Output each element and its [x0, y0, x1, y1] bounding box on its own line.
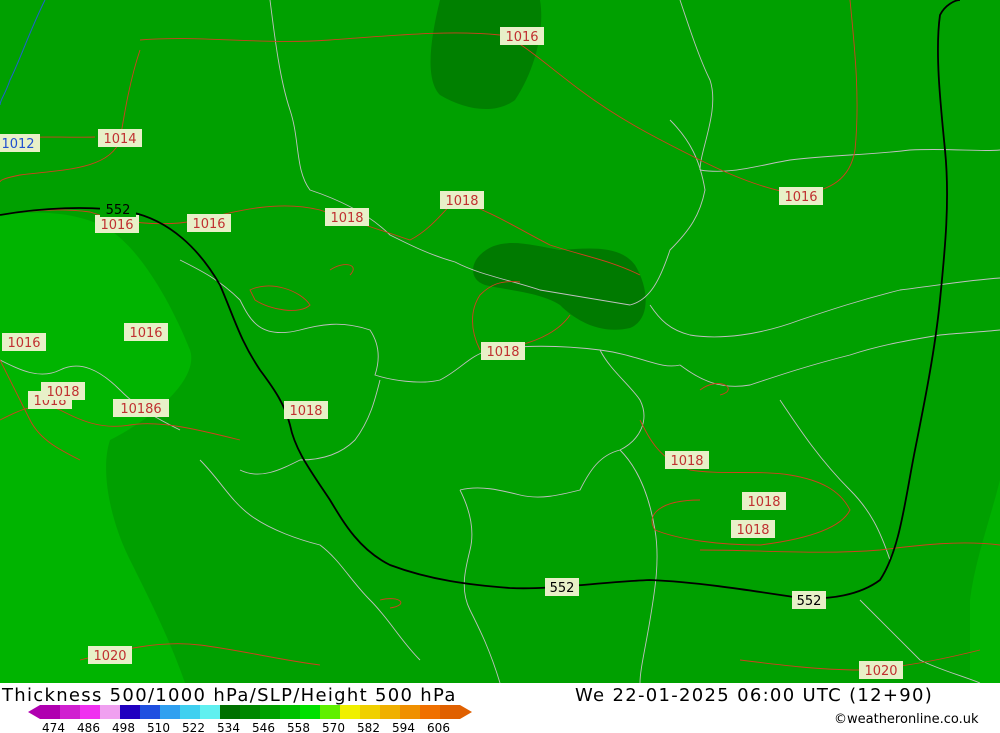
slp-label: 1018 [665, 451, 709, 469]
svg-text:1018: 1018 [445, 194, 478, 209]
svg-text:1016: 1016 [505, 30, 538, 45]
legend-tick-label: 534 [217, 721, 240, 733]
legend-tick-label: 486 [77, 721, 100, 733]
svg-text:1018: 1018 [670, 454, 703, 469]
svg-text:552: 552 [797, 594, 822, 609]
legend-swatch [340, 705, 360, 719]
slp-label: 1018 [325, 208, 369, 226]
legend-tick-label: 594 [392, 721, 415, 733]
legend-tick-label: 558 [287, 721, 310, 733]
slp-label: 1020 [88, 646, 132, 664]
legend-arrow-left [28, 705, 40, 719]
legend-swatch [40, 705, 60, 719]
slp-label: 1016 [779, 187, 823, 205]
legend-swatch [220, 705, 240, 719]
slp-label: 1016 [2, 333, 46, 351]
legend-swatch [400, 705, 420, 719]
svg-text:552: 552 [106, 203, 131, 218]
svg-text:10186: 10186 [120, 402, 161, 417]
svg-text:1018: 1018 [747, 495, 780, 510]
svg-text:1016: 1016 [100, 218, 133, 233]
legend-swatch [200, 705, 220, 719]
legend-swatch [120, 705, 140, 719]
legend-swatch [160, 705, 180, 719]
svg-text:1020: 1020 [93, 649, 126, 664]
svg-text:1016: 1016 [192, 217, 225, 232]
legend-swatch [380, 705, 400, 719]
legend-swatch [180, 705, 200, 719]
legend-swatch [100, 705, 120, 719]
svg-text:1016: 1016 [129, 326, 162, 341]
legend-tick-label: 474 [42, 721, 65, 733]
svg-text:1018: 1018 [289, 404, 322, 419]
legend-swatch [80, 705, 100, 719]
legend-swatch [60, 705, 80, 719]
svg-text:1020: 1020 [864, 664, 897, 679]
svg-text:1014: 1014 [103, 132, 136, 147]
legend-arrow-right [460, 705, 472, 719]
legend-tick-label: 570 [322, 721, 345, 733]
legend-tick-label: 546 [252, 721, 275, 733]
svg-text:1018: 1018 [330, 211, 363, 226]
map-footer: Thickness 500/1000 hPa/SLP/Height 500 hP… [0, 683, 1000, 733]
legend-swatch [260, 705, 280, 719]
legend-swatch [420, 705, 440, 719]
slp-label: 1018 [731, 520, 775, 538]
svg-text:1016: 1016 [7, 336, 40, 351]
height-label: 552 [100, 201, 136, 218]
slp-label: 1014 [98, 129, 142, 147]
slp-label: 1012 [0, 134, 40, 152]
slp-label: 1018 [41, 382, 85, 400]
legend-tick-label: 582 [357, 721, 380, 733]
weather-map: 1016 1014 1012 1016 1016 1018 1018 1016 … [0, 0, 1000, 683]
slp-label: 1016 [500, 27, 544, 45]
legend-tick-label: 606 [427, 721, 450, 733]
legend-swatch [440, 705, 460, 719]
svg-text:1016: 1016 [784, 190, 817, 205]
credit-link[interactable]: ©weatheronline.co.uk [834, 712, 979, 727]
slp-label: 1018 [284, 401, 328, 419]
legend-swatch [240, 705, 260, 719]
slp-label: 10186 [113, 399, 169, 417]
svg-text:552: 552 [550, 581, 575, 596]
svg-text:1018: 1018 [486, 345, 519, 360]
slp-label: 1016 [124, 323, 168, 341]
legend-swatch [300, 705, 320, 719]
height-label: 552 [545, 578, 579, 596]
legend-swatch [360, 705, 380, 719]
legend-swatch [320, 705, 340, 719]
slp-label: 1018 [742, 492, 786, 510]
legend-swatch [140, 705, 160, 719]
slp-label: 1016 [187, 214, 231, 232]
legend-tick-label: 498 [112, 721, 135, 733]
slp-label: 1020 [859, 661, 903, 679]
slp-label: 1018 [440, 191, 484, 209]
slp-label: 1018 [481, 342, 525, 360]
legend-tick-label: 510 [147, 721, 170, 733]
svg-text:1012: 1012 [1, 137, 34, 152]
height-label: 552 [792, 591, 826, 609]
legend-swatch [280, 705, 300, 719]
svg-text:1018: 1018 [46, 385, 79, 400]
svg-text:1018: 1018 [736, 523, 769, 538]
legend-tick-label: 522 [182, 721, 205, 733]
